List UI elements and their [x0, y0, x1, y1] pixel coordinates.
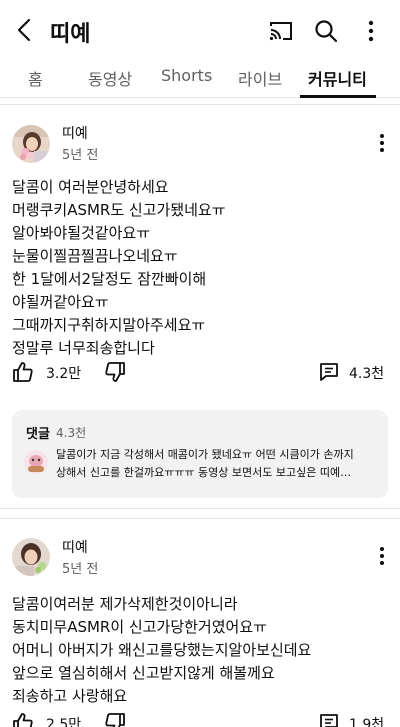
- thumbs-down-icon: [105, 713, 125, 727]
- post-text-line: 달콤이여러분 제가삭제한것이아니라: [12, 595, 238, 613]
- channel-title: 띠예: [50, 22, 91, 47]
- avatar-image: [12, 538, 50, 576]
- post-text-line: 달콤이 여러분안녕하세요: [12, 178, 169, 196]
- comments-button[interactable]: [318, 361, 340, 383]
- like-button[interactable]: [12, 361, 34, 383]
- active-tab-indicator: [300, 95, 376, 98]
- search-icon: [315, 20, 338, 43]
- more-options-button[interactable]: [362, 18, 380, 44]
- comment-preview-line: 상해서 신고를 한걸까요ㅠㅠㅠ 동영상 보면서도 보고싶은 띠예…: [56, 466, 352, 479]
- cast-button[interactable]: [268, 19, 294, 43]
- more-vertical-icon: [380, 134, 384, 152]
- post-author[interactable]: 띠예: [62, 537, 88, 557]
- post-actions: 3.2만 4.3천: [0, 359, 400, 387]
- cast-icon: [269, 22, 292, 41]
- avatar-image: [12, 125, 50, 163]
- tab-shorts[interactable]: Shorts: [161, 66, 212, 85]
- tab-videos[interactable]: 동영상: [88, 66, 132, 90]
- post-text: 달콤이여러분 제가삭제한것이아니라 동치미무ASMR이 신고가당한거였어요ㅠ 어…: [12, 593, 384, 708]
- post-text-line: 알아봐야될것같아요ㅠ: [12, 224, 151, 242]
- tab-community[interactable]: 커뮤니티: [308, 66, 367, 90]
- post-text-line: 한 1달에서2달정도 잠깐빠이해: [12, 270, 207, 288]
- dislike-button[interactable]: [104, 361, 126, 383]
- comment-icon: [320, 714, 338, 727]
- tab-home[interactable]: 홈: [28, 66, 43, 90]
- channel-tabs: 홈 동영상 Shorts 라이브 커뮤니티: [0, 60, 400, 98]
- post-text: 달콤이 여러분안녕하세요 머랭쿠키ASMR도 신고가됐네요ㅠ 알아봐야될것같아요…: [12, 176, 384, 360]
- commenter-avatar: [24, 450, 48, 474]
- post-text-line: 죄송하고 사랑해요: [12, 687, 128, 705]
- thumbs-down-icon: [105, 362, 125, 382]
- post-text-line: 어머니 아버지가 왜신고를당했는지알아보신데요: [12, 641, 312, 659]
- comment-count: 4.3천: [349, 366, 385, 382]
- post-text-line: 그때까지구취하지말아주세요ㅠ: [12, 316, 206, 334]
- post-text-line: 정말루 너무죄송합니다: [12, 339, 155, 357]
- like-count: 3.2만: [46, 366, 82, 382]
- avatar[interactable]: [12, 125, 50, 163]
- search-button[interactable]: [313, 18, 339, 44]
- top-app-bar: 띠예: [0, 0, 400, 60]
- avatar[interactable]: [12, 538, 50, 576]
- comment-icon: [320, 363, 338, 381]
- post-text-line: 앞으로 열심히해서 신고받지않게 해볼께요: [12, 664, 275, 682]
- comments-count: 4.3천: [56, 426, 87, 440]
- community-post: 띠예 5년 전 달콤이 여러분안녕하세요 머랭쿠키ASMR도 신고가됐네요ㅠ 알…: [0, 104, 400, 509]
- comments-preview[interactable]: 댓글 4.3천 달콤이가 지금 각성해서 매콤이가 됐네요ㅠ 어떤 시큼이가 손…: [12, 410, 388, 498]
- more-vertical-icon: [368, 20, 374, 42]
- post-text-line: 머랭쿠키ASMR도 신고가됐네요ㅠ: [12, 201, 226, 219]
- tab-live[interactable]: 라이브: [238, 66, 282, 90]
- comment-preview-text: 달콤이가 지금 각성해서 매콤이가 됐네요ㅠ 어떤 시큼이가 손까지 상해서 신…: [56, 446, 378, 482]
- post-menu-button[interactable]: [374, 545, 390, 567]
- comments-button[interactable]: [318, 712, 340, 727]
- thumbs-up-icon: [13, 362, 33, 382]
- comments-label: 댓글: [26, 427, 50, 442]
- post-menu-button[interactable]: [374, 132, 390, 154]
- more-vertical-icon: [380, 547, 384, 565]
- post-text-line: 동치미무ASMR이 신고가당한거였어요ㅠ: [12, 618, 267, 636]
- comment-preview-line: 달콤이가 지금 각성해서 매콤이가 됐네요ㅠ 어떤 시큼이가 손까지: [56, 448, 354, 461]
- comment-count: 1.9천: [349, 717, 385, 727]
- dislike-button[interactable]: [104, 712, 126, 727]
- like-button[interactable]: [12, 712, 34, 727]
- back-button[interactable]: [12, 16, 38, 44]
- post-time: 5년 전: [62, 148, 99, 163]
- post-author[interactable]: 띠예: [62, 123, 88, 143]
- thumbs-up-icon: [13, 713, 33, 727]
- post-text-line: 눈물이찔끔찔끔나오네요ㅠ: [12, 247, 178, 265]
- post-text-line: 야될꺼같아요ㅠ: [12, 293, 109, 311]
- community-post: 띠예 5년 전 달콤이여러분 제가삭제한것이아니라 동치미무ASMR이 신고가당…: [0, 518, 400, 727]
- post-time: 5년 전: [62, 562, 99, 577]
- post-actions: 2.5만 1.9천: [0, 710, 400, 727]
- commenter-avatar-image: [24, 450, 48, 474]
- like-count: 2.5만: [46, 717, 82, 727]
- back-arrow-icon: [17, 18, 31, 42]
